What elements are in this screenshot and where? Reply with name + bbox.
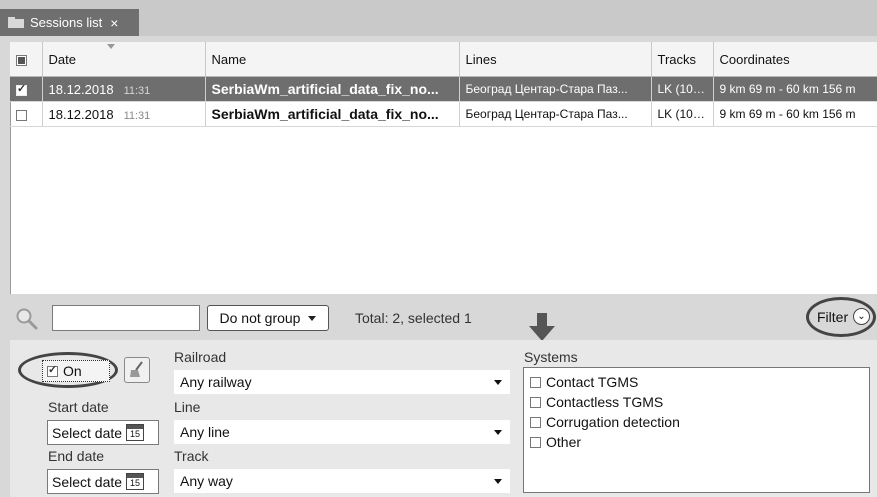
start-date-picker[interactable]: Select date 15 — [47, 420, 159, 445]
search-icon[interactable] — [14, 306, 40, 332]
lines-cell: Београд Центар-Стара Паз... — [459, 76, 652, 102]
chevron-down-circle-icon[interactable]: ⌄ — [853, 308, 870, 325]
column-header-tracks[interactable]: Tracks — [651, 42, 714, 77]
column-header-tracks-label: Tracks — [657, 51, 697, 67]
brush-icon — [130, 361, 143, 377]
systems-label: Systems — [524, 349, 578, 365]
tracks-cell: LK (101... — [651, 101, 714, 127]
name-cell: SerbiaWm_artificial_data_fix_no... — [205, 76, 460, 102]
select-all-checkbox-cell[interactable] — [10, 42, 43, 77]
system-option-contactless-tgms[interactable]: Contactless TGMS — [530, 392, 863, 412]
system-option-label: Other — [546, 434, 582, 450]
start-date-value: Select date — [52, 424, 123, 441]
calendar-icon[interactable]: 15 — [126, 424, 145, 441]
line-select-value: Any line — [180, 424, 230, 440]
tracks-cell: LK (101... — [651, 76, 714, 102]
system-option-label: Contactless TGMS — [546, 394, 664, 410]
system-option-label: Corrugation detection — [546, 414, 680, 430]
table-row[interactable]: 18.12.2018 11:31 SerbiaWm_artificial_data… — [10, 101, 877, 127]
system-option-contact-tgms[interactable]: Contact TGMS — [530, 372, 863, 392]
select-all-checkbox[interactable] — [16, 54, 27, 66]
date-cell: 18.12.2018 11:31 — [42, 101, 206, 127]
time-value: 11:31 — [123, 109, 151, 122]
column-header-lines-label: Lines — [465, 51, 497, 67]
chevron-down-icon — [308, 315, 317, 321]
system-option-other[interactable]: Other — [530, 432, 863, 452]
calendar-icon[interactable]: 15 — [126, 473, 145, 490]
down-arrow-annotation-icon — [529, 313, 555, 341]
tab-sessions-list[interactable]: Sessions list × — [0, 9, 139, 36]
column-header-name[interactable]: Name — [205, 42, 460, 77]
close-icon[interactable]: × — [110, 15, 118, 31]
filter-on-label: On — [63, 363, 82, 379]
coordinates-cell: 9 km 69 m - 60 km 156 m — [713, 101, 877, 127]
system-checkbox[interactable] — [530, 416, 541, 428]
filter-on-checkbox[interactable] — [47, 363, 58, 377]
systems-list: Contact TGMS Contactless TGMS Corrugatio… — [523, 367, 870, 493]
chevron-down-icon — [494, 429, 502, 435]
track-select-value: Any way — [180, 473, 233, 489]
total-status-text: Total: 2, selected 1 — [355, 310, 472, 326]
group-dropdown-label: Do not group — [219, 310, 301, 326]
filter-label[interactable]: Filter — [817, 309, 848, 325]
sessions-table: Date Name Lines Tracks Coordinates 18.12… — [10, 42, 877, 127]
group-dropdown[interactable]: Do not group — [207, 305, 329, 331]
tab-title: Sessions list — [30, 15, 103, 30]
end-date-value: Select date — [52, 473, 123, 490]
chevron-down-icon — [494, 478, 502, 484]
column-header-coordinates-label: Coordinates — [719, 51, 790, 67]
system-checkbox[interactable] — [530, 436, 541, 448]
system-checkbox[interactable] — [530, 376, 541, 388]
railroad-label: Railroad — [174, 349, 227, 365]
column-header-coordinates[interactable]: Coordinates — [713, 42, 877, 77]
column-header-date-label: Date — [48, 51, 76, 67]
system-checkbox[interactable] — [530, 396, 541, 408]
date-value: 18.12.2018 — [48, 106, 114, 122]
table-row[interactable]: 18.12.2018 11:31 SerbiaWm_artificial_data… — [10, 76, 877, 102]
lines-cell: Београд Центар-Стара Паз... — [459, 101, 652, 127]
column-header-lines[interactable]: Lines — [459, 42, 652, 77]
coordinates-cell: 9 km 69 m - 60 km 156 m — [713, 76, 877, 102]
table-header-row: Date Name Lines Tracks Coordinates — [10, 42, 877, 77]
date-cell: 18.12.2018 11:31 — [42, 76, 206, 102]
railroad-select-value: Any railway — [180, 374, 252, 390]
system-option-corrugation-detection[interactable]: Corrugation detection — [530, 412, 863, 432]
chevron-down-icon — [494, 379, 502, 385]
column-header-name-label: Name — [211, 51, 247, 67]
search-input[interactable] — [52, 305, 200, 331]
sort-arrow-icon — [106, 44, 115, 49]
row-checkbox-cell[interactable] — [10, 76, 43, 102]
filter-on-toggle[interactable]: On — [42, 360, 110, 382]
time-value: 11:31 — [123, 84, 151, 97]
date-value: 18.12.2018 — [48, 81, 114, 97]
folder-icon — [8, 17, 24, 28]
end-date-label: End date — [48, 448, 105, 464]
system-option-label: Contact TGMS — [546, 374, 639, 390]
row-checkbox[interactable] — [16, 82, 27, 96]
line-label: Line — [174, 399, 201, 415]
name-cell: SerbiaWm_artificial_data_fix_no... — [205, 101, 460, 127]
row-checkbox[interactable] — [16, 109, 27, 121]
line-select[interactable]: Any line — [174, 420, 510, 444]
track-label: Track — [174, 448, 209, 464]
start-date-label: Start date — [48, 399, 109, 415]
clear-filter-button[interactable] — [124, 357, 150, 383]
column-header-date[interactable]: Date — [42, 42, 206, 77]
end-date-picker[interactable]: Select date 15 — [47, 469, 159, 494]
railroad-select[interactable]: Any railway — [174, 370, 510, 394]
track-select[interactable]: Any way — [174, 469, 510, 493]
row-checkbox-cell[interactable] — [10, 101, 43, 127]
